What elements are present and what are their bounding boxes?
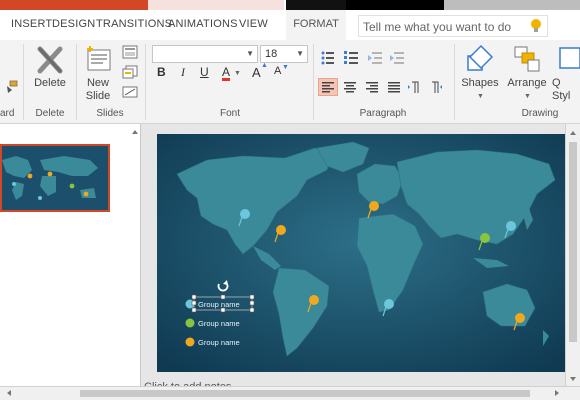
list-buttons-row [321, 51, 404, 65]
font-name-box[interactable]: ▼ [152, 45, 258, 63]
new-slide-icon[interactable] [84, 44, 112, 72]
scroll-up-arrow-icon[interactable] [130, 126, 140, 138]
alignment-row [344, 81, 442, 93]
paragraph-group-label: Paragraph [359, 108, 407, 119]
ribbon-tabs: INSERT DESIGN TRANSITIONS ANIMATIONS VIE… [0, 10, 580, 40]
shapes-icon[interactable] [464, 44, 494, 74]
title-bar-dark [346, 0, 444, 10]
quick-styles-button[interactable]: Q Styl [550, 77, 580, 103]
format-painter-icon[interactable] [4, 80, 18, 94]
legend-pin-2 [185, 318, 195, 328]
chevron-down-icon[interactable]: ▼ [296, 49, 304, 58]
new-slide-label-line1: New [86, 77, 109, 89]
chevron-down-icon[interactable]: ▼ [524, 93, 531, 100]
font-color-button[interactable]: A [222, 65, 230, 79]
scroll-down-icon[interactable] [566, 372, 580, 386]
slides-group-label: Slides [96, 108, 124, 119]
numbering-icon[interactable] [344, 51, 358, 64]
delete-group-label: Delete [35, 108, 65, 119]
tell-me-search[interactable] [358, 15, 548, 37]
tell-me-input[interactable] [363, 19, 523, 34]
chevron-down-icon[interactable]: ▼ [246, 49, 254, 58]
increase-indent-icon[interactable] [390, 52, 404, 64]
reset-icon[interactable] [122, 65, 138, 79]
slide-editor-pane: Group name Group name Group name [141, 124, 565, 390]
grow-arrow-icon: ▲ [261, 62, 268, 69]
align-left-icon [322, 82, 334, 93]
underline-button[interactable]: U [200, 65, 209, 79]
legend-label-1[interactable]: Group name [198, 300, 240, 309]
font-size-box[interactable]: 18 ▼ [260, 45, 308, 63]
font-group-label: Font [219, 108, 240, 119]
lightbulb-icon [531, 19, 541, 32]
vertical-scroll-thumb[interactable] [569, 142, 577, 342]
tab-transitions[interactable]: TRANSITIONS [96, 18, 172, 30]
title-bar-accent [0, 0, 148, 10]
world-map-thumbnail [2, 146, 108, 210]
group-separator [313, 44, 314, 120]
arrange-icon[interactable] [512, 44, 542, 74]
align-right-icon[interactable] [366, 82, 378, 93]
section-icon[interactable] [122, 85, 138, 99]
tab-insert[interactable]: INSERT [11, 18, 52, 30]
justify-icon[interactable] [388, 82, 400, 93]
group-separator [145, 44, 146, 120]
font-size-value: 18 [265, 48, 278, 60]
delete-button[interactable]: Delete [28, 77, 72, 90]
current-slide[interactable]: Group name Group name Group name [157, 134, 565, 372]
slide-thumbnail-1[interactable] [0, 144, 110, 212]
grow-font-button[interactable]: A [252, 65, 261, 80]
ribbon: ard Delete Delete New Slide Slides ▼ 18 … [0, 40, 580, 124]
shrink-arrow-icon: ▼ [282, 64, 289, 71]
shrink-font-button[interactable]: A [274, 65, 281, 77]
world-map [157, 134, 565, 372]
group-separator [454, 44, 455, 120]
bullets-icon[interactable] [321, 51, 335, 65]
tab-format-label: FORMAT [293, 18, 339, 30]
tab-animations[interactable]: ANIMATIONS [168, 18, 238, 30]
vertical-scrollbar[interactable] [565, 124, 580, 390]
chevron-down-icon[interactable]: ▼ [234, 70, 241, 77]
contextual-tab-header [286, 0, 346, 10]
tab-design[interactable]: DESIGN [52, 18, 95, 30]
title-bar [0, 0, 580, 10]
layout-icon[interactable] [122, 45, 138, 59]
quick-styles-icon[interactable] [556, 44, 580, 74]
tab-format[interactable]: FORMAT [286, 10, 346, 40]
tab-view[interactable]: VIEW [239, 18, 268, 30]
horizontal-scroll-thumb[interactable] [80, 390, 530, 397]
legend-label-3[interactable]: Group name [198, 338, 240, 347]
rtl-direction-icon[interactable] [432, 81, 442, 93]
horizontal-scrollbar[interactable] [0, 386, 580, 400]
scroll-up-icon[interactable] [566, 126, 580, 140]
group-separator [76, 44, 77, 120]
group-separator [23, 44, 24, 120]
legend-label-2[interactable]: Group name [198, 319, 240, 328]
decrease-indent-icon[interactable] [368, 52, 382, 64]
slide-thumbnails-pane[interactable] [0, 124, 140, 390]
chevron-down-icon[interactable]: ▼ [477, 93, 484, 100]
scroll-right-icon[interactable] [550, 387, 564, 399]
clipboard-group-label: ard [0, 108, 15, 119]
scroll-left-icon[interactable] [2, 387, 16, 399]
italic-button[interactable]: I [181, 65, 185, 80]
arrange-button[interactable]: Arrange [505, 77, 549, 90]
ltr-direction-icon[interactable] [408, 81, 419, 93]
delete-icon[interactable] [36, 46, 64, 74]
drawing-group-label: Drawing [521, 108, 559, 119]
new-slide-label-line2: Slide [85, 90, 111, 102]
legend-pin-3 [185, 337, 195, 347]
align-left-button[interactable] [318, 78, 338, 96]
shapes-button[interactable]: Shapes [458, 77, 502, 90]
align-center-icon[interactable] [344, 82, 356, 93]
title-bar-right [444, 0, 580, 10]
new-slide-button[interactable]: New Slide [80, 77, 116, 103]
bold-button[interactable]: B [157, 65, 166, 79]
title-bar-segment [148, 0, 284, 10]
